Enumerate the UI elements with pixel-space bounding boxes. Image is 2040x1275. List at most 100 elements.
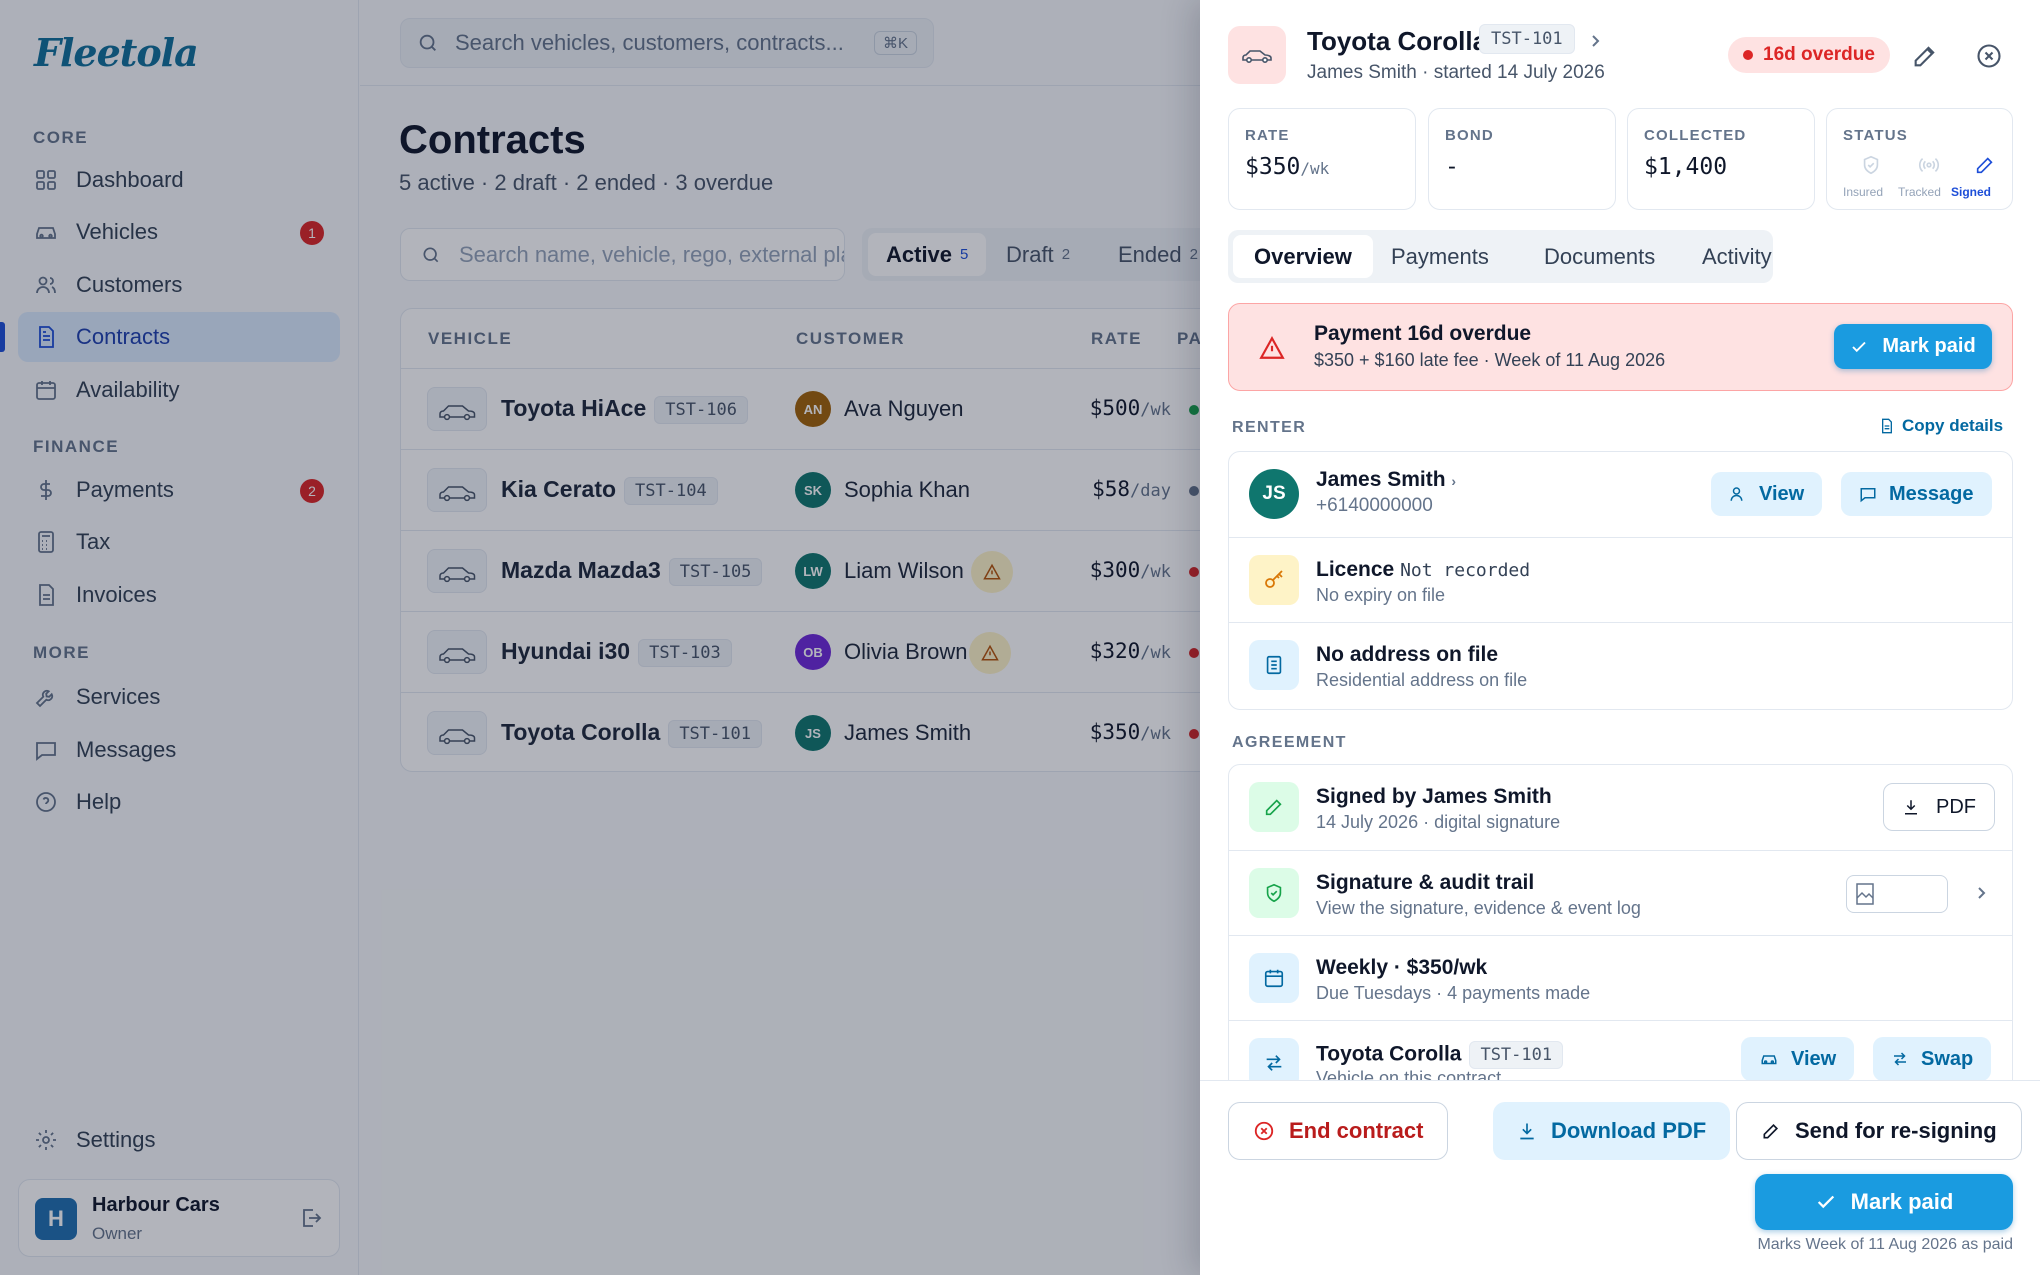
shield-check-icon (1249, 868, 1299, 918)
car-icon (1761, 1055, 1777, 1065)
check-icon (1817, 1195, 1834, 1209)
stat-value: $350/wk (1245, 154, 1329, 180)
pen-icon (1976, 157, 1993, 174)
car-icon (1242, 50, 1272, 64)
section-label-renter: RENTER (1232, 419, 1307, 436)
button-label: View (1759, 482, 1805, 505)
alert-mark-paid-button[interactable]: Mark paid (1834, 324, 1992, 369)
stat-collected: COLLECTED $1,400 (1627, 108, 1815, 210)
shield-icon (1863, 155, 1879, 175)
button-label: Mark paid (1850, 1189, 1954, 1214)
end-contract-button[interactable]: End contract (1228, 1102, 1449, 1160)
view-renter-button[interactable]: View (1711, 472, 1823, 516)
chevron-right-icon: › (1451, 473, 1457, 489)
contract-vehicle-title: Toyota Corolla TST-101 (1316, 1041, 1564, 1069)
status-tracked: Tracked (1898, 185, 1941, 199)
pen-icon (1249, 782, 1299, 832)
button-label: Mark paid (1882, 335, 1976, 357)
audit-sub: View the signature, evidence & event log (1316, 898, 1641, 918)
warning-icon (1259, 336, 1285, 359)
renter-name[interactable]: James Smith › (1316, 468, 1456, 492)
stat-label: COLLECTED (1644, 127, 1747, 144)
status-signed: Signed (1951, 185, 1992, 199)
panel-plate: TST-101 (1479, 24, 1575, 54)
tracker-icon (1918, 157, 1940, 173)
copy-icon (1882, 418, 1892, 434)
mark-paid-button[interactable]: Mark paid (1755, 1174, 2013, 1230)
address-title: No address on file (1316, 643, 1499, 666)
button-label: Swap (1921, 1047, 1974, 1070)
stat-value: $1,400 (1644, 154, 1728, 180)
signature-thumbnail (1846, 875, 1948, 913)
stat-label: STATUS (1843, 127, 1908, 144)
overdue-badge: 16d overdue (1728, 37, 1890, 73)
copy-details-label: Copy details (1902, 416, 2004, 435)
stat-rate: RATE $350/wk (1228, 108, 1416, 210)
broken-image-icon (1856, 883, 1874, 905)
licence-label: Licence (1316, 558, 1395, 581)
renter-avatar: JS (1249, 469, 1299, 519)
signed-title: Signed by James Smith (1316, 785, 1552, 808)
button-label: Download PDF (1551, 1118, 1707, 1143)
tab-overview[interactable]: Overview (1233, 235, 1373, 278)
edit-icon[interactable] (1911, 42, 1939, 70)
button-label: Send for re-signing (1795, 1118, 1997, 1143)
vehicle-thumbnail (1228, 26, 1286, 84)
vehicle-name: Toyota Corolla (1316, 1042, 1462, 1066)
status-insured: Insured (1843, 185, 1884, 199)
schedule-row: Weekly · $350/wk Due Tuesdays · 4 paymen… (1229, 935, 2012, 1020)
overdue-alert: Payment 16d overdue $350 + $160 late fee… (1228, 303, 2013, 391)
alert-title: Payment 16d overdue (1314, 322, 1532, 345)
button-label: End contract (1289, 1118, 1424, 1143)
download-icon (1520, 1123, 1534, 1140)
licence-sub: No expiry on file (1316, 585, 1446, 605)
send-resign-button[interactable]: Send for re-signing (1736, 1102, 2022, 1160)
signed-row: Signed by James Smith 14 July 2026 · dig… (1229, 765, 2012, 850)
tab-payments[interactable]: Payments (1370, 235, 1510, 278)
panel-subtitle: James Smith · started 14 July 2026 (1307, 62, 1605, 83)
message-icon (1860, 488, 1876, 503)
check-icon (1852, 341, 1866, 352)
tab-activity[interactable]: Activity (1681, 235, 1793, 278)
calendar-icon (1249, 953, 1299, 1003)
alert-subtitle: $350 + $160 late fee · Week of 11 Aug 20… (1314, 350, 1666, 370)
chevron-right-icon (1978, 887, 1986, 899)
button-label: View (1791, 1047, 1837, 1070)
rate-unit: /wk (1300, 159, 1330, 178)
key-icon (1249, 555, 1299, 605)
download-signed-pdf-button[interactable]: PDF (1883, 783, 1995, 831)
renter-name-text: James Smith (1316, 468, 1446, 491)
audit-row[interactable]: Signature & audit trail View the signatu… (1229, 850, 2012, 935)
close-icon[interactable] (1975, 42, 2003, 70)
download-icon (1905, 800, 1917, 815)
button-label: PDF (1936, 795, 1976, 818)
panel-title: Toyota Corolla (1307, 26, 1488, 56)
message-renter-button[interactable]: Message (1841, 472, 1992, 516)
panel-footer: End contract Download PDF Send for re-si… (1200, 1080, 2040, 1275)
vehicle-plate: TST-101 (1469, 1041, 1564, 1069)
audit-title: Signature & audit trail (1316, 871, 1535, 894)
view-vehicle-button[interactable]: View (1741, 1037, 1855, 1081)
building-icon (1249, 640, 1299, 690)
tab-documents[interactable]: Documents (1523, 235, 1676, 278)
pen-icon (1763, 1123, 1779, 1139)
swap-icon (1894, 1052, 1906, 1066)
signed-sub: 14 July 2026 · digital signature (1316, 812, 1561, 832)
renter-card: JS James Smith › +6140000000 View Messag… (1228, 451, 2013, 710)
swap-vehicle-button[interactable]: Swap (1873, 1037, 1992, 1081)
mark-paid-note: Marks Week of 11 Aug 2026 as paid (1757, 1236, 2013, 1253)
licence-title: Licence Not recorded (1316, 558, 1530, 582)
renter-phone: +6140000000 (1316, 495, 1433, 516)
button-label: Message (1889, 482, 1974, 505)
download-pdf-button[interactable]: Download PDF (1493, 1102, 1731, 1160)
stat-bond: BOND - (1428, 108, 1616, 210)
contract-detail-panel: Toyota Corolla TST-101 James Smith · sta… (1200, 0, 2040, 1275)
modal-backdrop[interactable] (0, 0, 1200, 1275)
schedule-sub: Due Tuesdays · 4 payments made (1316, 983, 1591, 1003)
licence-value: Not recorded (1400, 560, 1531, 581)
renter-row: JS James Smith › +6140000000 View Messag… (1229, 452, 2012, 537)
schedule-title: Weekly · $350/wk (1316, 956, 1488, 979)
chevron-right-icon[interactable] (1588, 32, 1602, 50)
panel-tabs: Overview Payments Documents Activity (1228, 230, 1773, 283)
copy-details-link[interactable]: Copy details (1878, 416, 2003, 436)
